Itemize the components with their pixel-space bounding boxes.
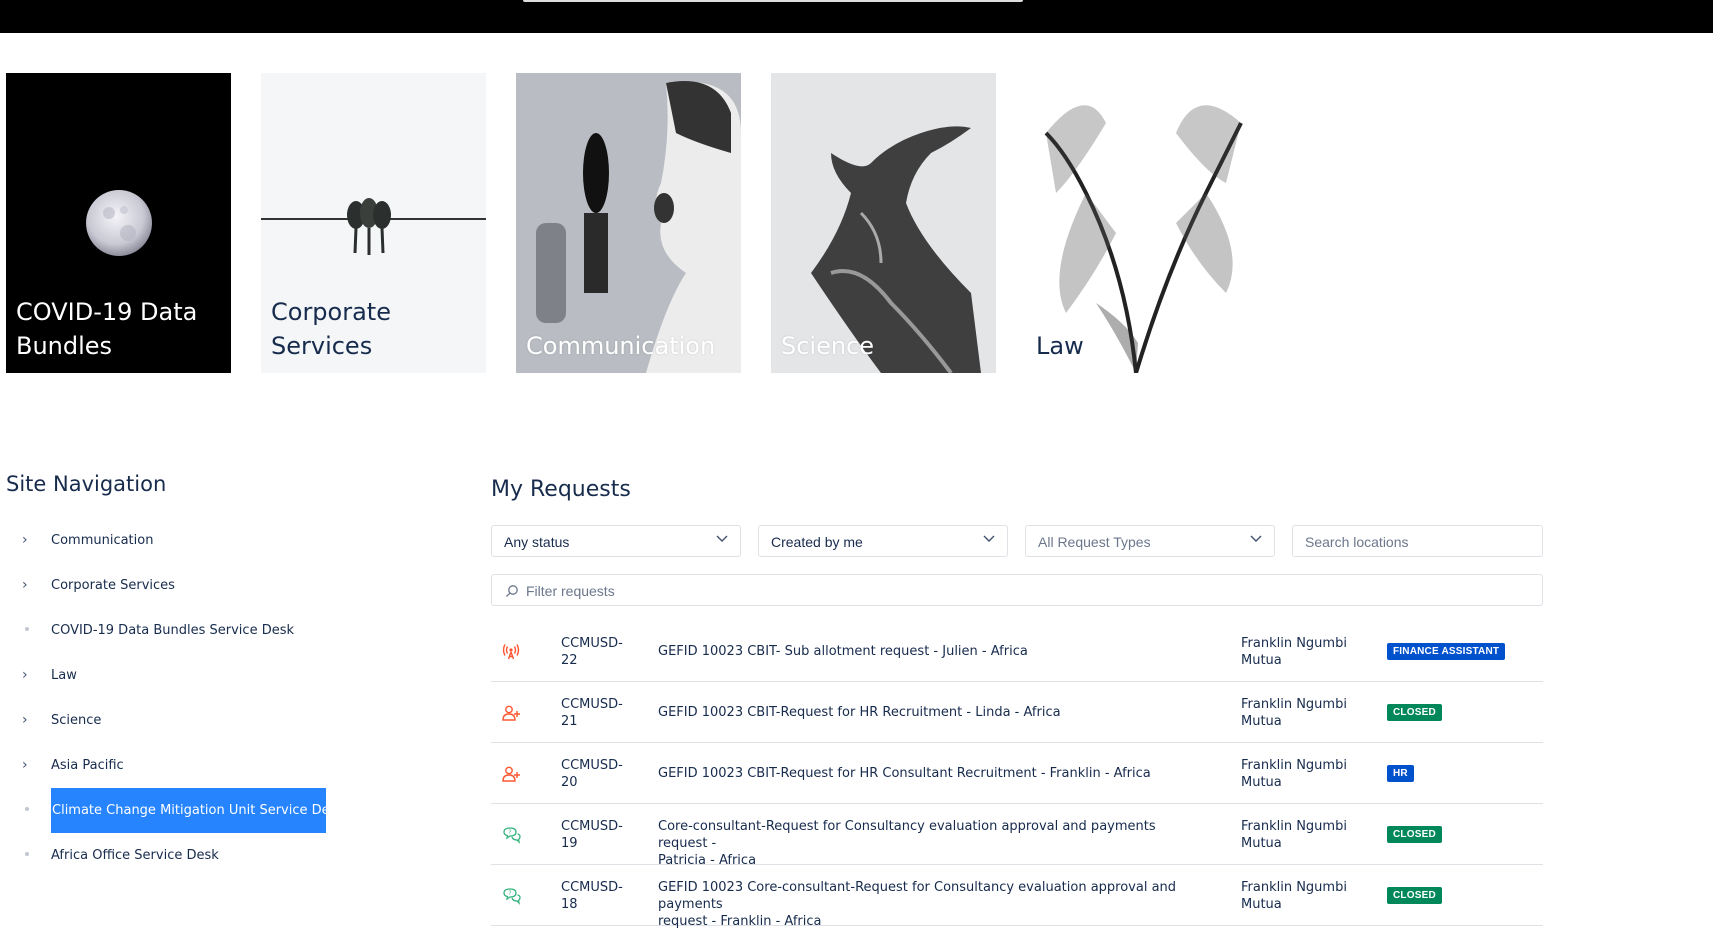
tile-corporate-services[interactable]: Corporate Services [261, 73, 486, 373]
nav-item-science[interactable]: › Science [0, 700, 340, 745]
site-navigation-title: Site Navigation [6, 472, 167, 496]
lily-xray-image [1044, 105, 1243, 373]
table-row[interactable]: ? CCMUSD- 19 Core-consultant-Request for … [491, 804, 1543, 868]
nav-item-label: Science [51, 713, 102, 728]
tile-communication[interactable]: Communication [516, 73, 741, 373]
request-key[interactable]: CCMUSD- 18 [561, 879, 641, 913]
nav-item-label: Climate Change Mitigation Unit Service D… [51, 788, 344, 833]
status-badge: FINANCE ASSISTANT [1387, 643, 1506, 660]
request-summary[interactable]: Core-consultant-Request for Consultancy … [658, 818, 1198, 869]
bullet-dot-icon [25, 852, 29, 856]
chevron-down-icon [716, 535, 728, 542]
search-locations-input[interactable]: Search locations [1292, 525, 1543, 557]
request-key[interactable]: CCMUSD- 21 [561, 696, 641, 730]
svg-text:?: ? [508, 829, 511, 836]
request-key[interactable]: CCMUSD- 19 [561, 818, 641, 852]
nav-item-asia-pacific[interactable]: › Asia Pacific [0, 745, 340, 790]
chevron-down-icon [1250, 535, 1262, 542]
status-badge: CLOSED [1387, 826, 1442, 843]
requests-table: CCMUSD- 22 GEFID 10023 CBIT- Sub allotmen… [491, 621, 1543, 929]
tile-label: COVID-19 Data Bundles [16, 298, 198, 360]
my-requests-title: My Requests [491, 477, 631, 502]
request-reporter: Franklin Ngumbi Mutua [1241, 758, 1347, 790]
tile-law[interactable]: Law [1026, 73, 1251, 373]
nav-item-label: Corporate Services [51, 578, 175, 593]
svg-text:?: ? [508, 890, 511, 897]
nav-item-label: Communication [51, 533, 154, 548]
table-row[interactable]: ? CCMUSD- 18 GEFID 10023 Core-consultant-… [491, 865, 1543, 929]
status-filter-dropdown[interactable]: Any status [491, 525, 741, 557]
broadcast-icon [502, 644, 520, 660]
table-row[interactable]: CCMUSD- 20 GEFID 10023 CBIT-Request for H… [491, 743, 1543, 804]
add-person-icon [502, 766, 520, 782]
status-filter-value: Any status [504, 534, 570, 550]
nav-item-communication[interactable]: › Communication [0, 520, 340, 565]
request-reporter: Franklin Ngumbi Mutua [1241, 880, 1347, 912]
chat-question-icon: ? [503, 827, 521, 844]
table-row[interactable]: CCMUSD- 22 GEFID 10023 CBIT- Sub allotmen… [491, 621, 1543, 682]
chevron-right-icon[interactable]: › [22, 577, 34, 593]
top-bar [0, 0, 1713, 33]
nav-item-label: Law [51, 668, 77, 683]
chevron-down-icon [983, 535, 995, 542]
request-summary[interactable]: GEFID 10023 CBIT-Request for HR Recruitm… [658, 704, 1198, 721]
chat-question-icon: ? [503, 888, 521, 905]
status-badge: CLOSED [1387, 887, 1442, 904]
request-summary[interactable]: GEFID 10023 Core-consultant-Request for … [658, 879, 1198, 930]
add-person-icon [502, 705, 520, 721]
bullet-dot-icon [25, 627, 29, 631]
driftwood-image [771, 73, 996, 373]
tile-science[interactable]: Science [771, 73, 996, 373]
request-key[interactable]: CCMUSD- 22 [561, 635, 641, 669]
top-search-edge[interactable] [523, 0, 1023, 2]
tile-label: Corporate Services [271, 298, 391, 360]
request-summary[interactable]: GEFID 10023 CBIT- Sub allotment request … [658, 643, 1198, 660]
search-icon [506, 585, 518, 597]
tile-label: Communication [526, 332, 716, 360]
chevron-right-icon[interactable]: › [22, 712, 34, 728]
nav-item-africa-office-service-desk[interactable]: Africa Office Service Desk [0, 835, 340, 880]
request-summary[interactable]: GEFID 10023 CBIT-Request for HR Consulta… [658, 765, 1198, 782]
nav-item-corporate-services[interactable]: › Corporate Services [0, 565, 340, 610]
nav-item-label: Asia Pacific [51, 758, 124, 773]
created-by-filter-value: Created by me [771, 534, 863, 550]
request-reporter: Franklin Ngumbi Mutua [1241, 819, 1347, 851]
request-reporter: Franklin Ngumbi Mutua [1241, 697, 1347, 729]
chevron-right-icon[interactable]: › [22, 757, 34, 773]
nav-item-climate-change-service-desk[interactable]: Climate Change Mitigation Unit Service D… [0, 788, 344, 835]
request-types-filter-dropdown[interactable]: All Request Types [1025, 525, 1275, 557]
chevron-right-icon[interactable]: › [22, 532, 34, 548]
status-badge: HR [1387, 765, 1414, 782]
filter-requests-input[interactable]: Filter requests [491, 574, 1543, 606]
request-key[interactable]: CCMUSD- 20 [561, 757, 641, 791]
status-badge: CLOSED [1387, 704, 1442, 721]
table-row[interactable]: CCMUSD- 21 GEFID 10023 CBIT-Request for H… [491, 682, 1543, 743]
filter-requests-placeholder: Filter requests [526, 583, 615, 599]
search-locations-placeholder: Search locations [1305, 534, 1409, 550]
tile-label: Law [1036, 332, 1084, 360]
singer-microphone-image [516, 73, 741, 373]
nav-item-label: COVID-19 Data Bundles Service Desk [51, 623, 295, 638]
nav-item-label: Africa Office Service Desk [51, 848, 219, 863]
chevron-right-icon[interactable]: › [22, 667, 34, 683]
bullet-dot-icon [25, 807, 29, 811]
request-types-filter-value: All Request Types [1038, 534, 1151, 550]
nav-item-covid-service-desk[interactable]: COVID-19 Data Bundles Service Desk [0, 610, 340, 655]
tile-covid-19-data-bundles[interactable]: COVID-19 Data Bundles [6, 73, 231, 373]
site-navigation-list: › Communication › Corporate Services COV… [0, 520, 344, 880]
request-reporter: Franklin Ngumbi Mutua [1241, 636, 1347, 668]
nav-item-law[interactable]: › Law [0, 655, 340, 700]
tile-label: Science [781, 332, 875, 360]
created-by-filter-dropdown[interactable]: Created by me [758, 525, 1008, 557]
